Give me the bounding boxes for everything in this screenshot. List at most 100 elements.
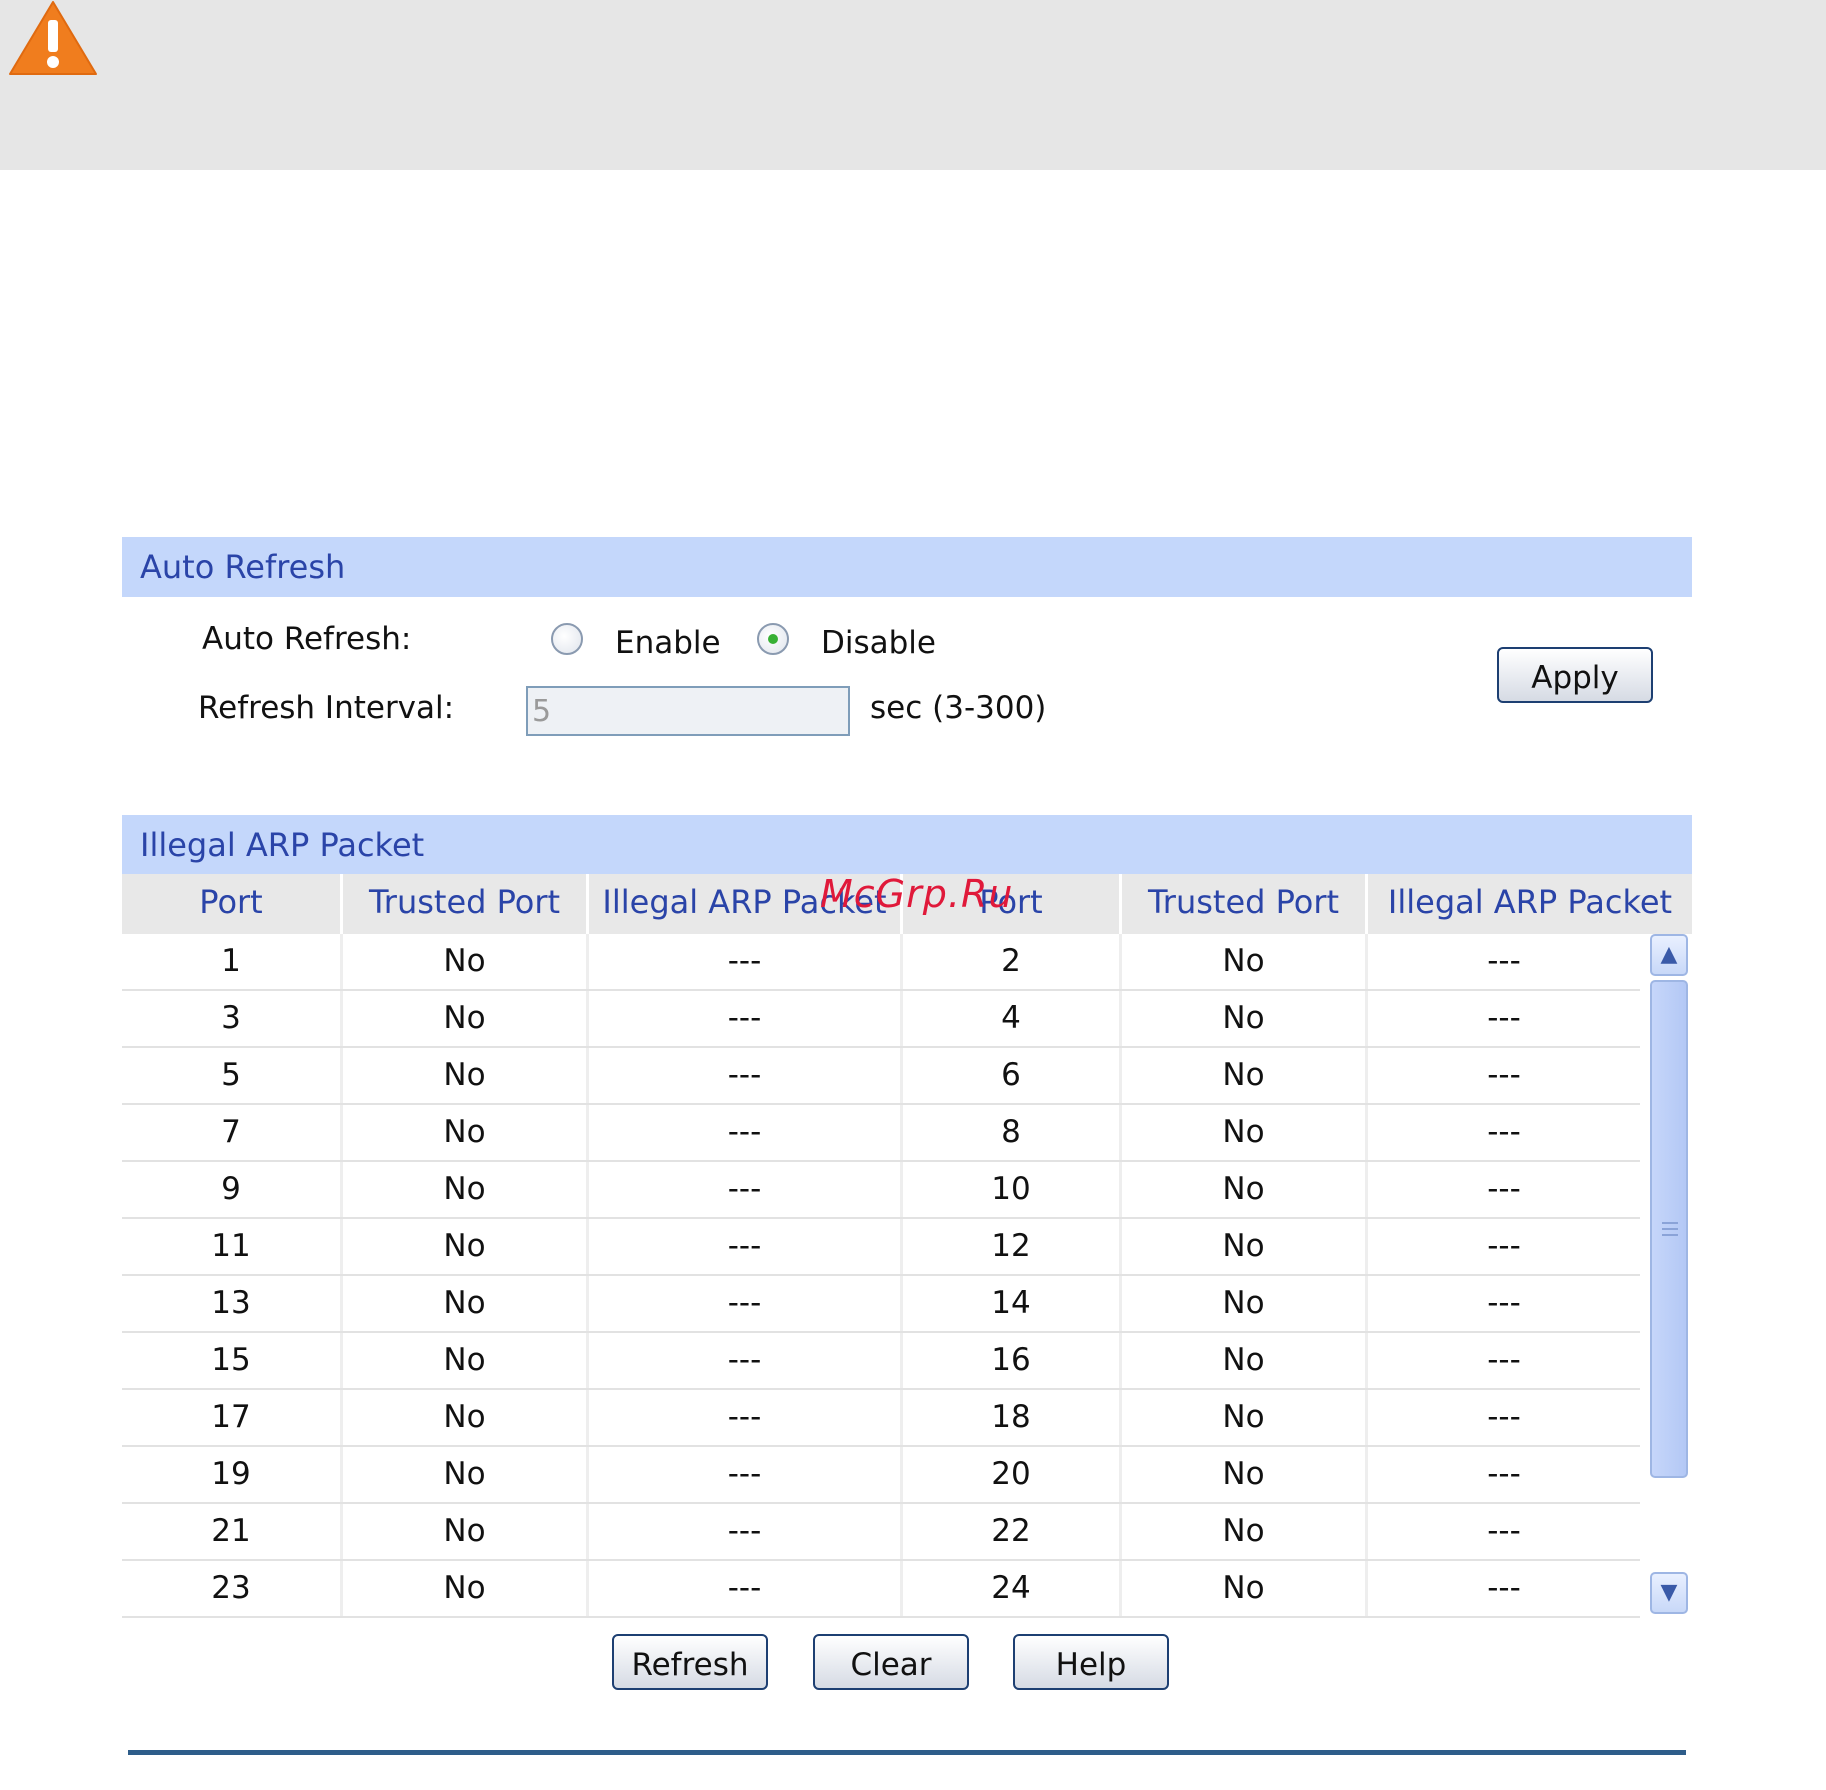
auto-refresh-label: Auto Refresh: xyxy=(202,621,412,657)
cell-port: 1 xyxy=(122,934,343,989)
refresh-button[interactable]: Refresh xyxy=(612,1634,768,1690)
table-scrollbar[interactable]: ▲ ▼ xyxy=(1644,934,1692,1614)
cell-illegal-arp-packet: --- xyxy=(589,1219,903,1274)
cell-trusted-port: No xyxy=(1122,991,1368,1046)
chevron-up-icon[interactable]: ▲ xyxy=(1650,934,1688,976)
cell-port: 19 xyxy=(122,1447,343,1502)
column-header-trusted-port: Trusted Port xyxy=(343,874,589,934)
chevron-down-icon[interactable]: ▼ xyxy=(1650,1572,1688,1614)
scroll-thumb[interactable] xyxy=(1650,980,1688,1478)
table-row: 19 No --- 20 No --- xyxy=(122,1447,1640,1504)
cell-illegal-arp-packet: --- xyxy=(589,934,903,989)
table-row: 3 No --- 4 No --- xyxy=(122,991,1640,1048)
cell-trusted-port: No xyxy=(1122,1390,1368,1445)
enable-radio[interactable] xyxy=(551,623,583,655)
cell-port: 18 xyxy=(903,1390,1122,1445)
auto-refresh-header: Auto Refresh xyxy=(122,537,1692,597)
apply-button[interactable]: Apply xyxy=(1497,647,1653,703)
cell-port: 16 xyxy=(903,1333,1122,1388)
refresh-interval-input[interactable] xyxy=(526,686,850,736)
cell-illegal-arp-packet: --- xyxy=(589,1333,903,1388)
cell-illegal-arp-packet: --- xyxy=(1487,1342,1521,1378)
cell-illegal-arp-packet: --- xyxy=(589,1048,903,1103)
cell-trusted-port: No xyxy=(343,1447,589,1502)
cell-trusted-port: No xyxy=(1122,1447,1368,1502)
cell-illegal-arp-packet: --- xyxy=(1487,1057,1521,1093)
cell-illegal-arp-packet: --- xyxy=(589,1105,903,1160)
refresh-interval-label: Refresh Interval: xyxy=(198,690,455,726)
cell-port: 2 xyxy=(903,934,1122,989)
column-header-trusted-port-2: Trusted Port xyxy=(1122,874,1368,934)
cell-port: 3 xyxy=(122,991,343,1046)
cell-trusted-port: No xyxy=(1122,1219,1368,1274)
cell-illegal-arp-packet: --- xyxy=(589,1504,903,1559)
cell-trusted-port: No xyxy=(1122,934,1368,989)
cell-port: 12 xyxy=(903,1219,1122,1274)
cell-illegal-arp-packet: --- xyxy=(1487,943,1521,979)
warning-icon xyxy=(9,1,97,75)
cell-illegal-arp-packet: --- xyxy=(589,1390,903,1445)
table-row: 5 No --- 6 No --- xyxy=(122,1048,1640,1105)
table-row: 21 No --- 22 No --- xyxy=(122,1504,1640,1561)
cell-trusted-port: No xyxy=(1122,1561,1368,1616)
cell-illegal-arp-packet: --- xyxy=(589,991,903,1046)
cell-trusted-port: No xyxy=(343,1162,589,1217)
cell-illegal-arp-packet: --- xyxy=(1487,1456,1521,1492)
cell-illegal-arp-packet: --- xyxy=(1487,1285,1521,1321)
cell-trusted-port: No xyxy=(343,934,589,989)
table-row: 11 No --- 12 No --- xyxy=(122,1219,1640,1276)
column-header-port: Port xyxy=(122,874,343,934)
table-row: 15 No --- 16 No --- xyxy=(122,1333,1640,1390)
cell-port: 17 xyxy=(122,1390,343,1445)
cell-port: 6 xyxy=(903,1048,1122,1103)
cell-port: 15 xyxy=(122,1333,343,1388)
cell-illegal-arp-packet: --- xyxy=(589,1561,903,1616)
cell-trusted-port: No xyxy=(1122,1333,1368,1388)
cell-port: 23 xyxy=(122,1561,343,1616)
cell-illegal-arp-packet: --- xyxy=(1487,1171,1521,1207)
cell-trusted-port: No xyxy=(1122,1276,1368,1331)
cell-illegal-arp-packet: --- xyxy=(1487,1399,1521,1435)
cell-illegal-arp-packet: --- xyxy=(589,1162,903,1217)
cell-illegal-arp-packet: --- xyxy=(589,1447,903,1502)
cell-illegal-arp-packet: --- xyxy=(1487,1570,1521,1606)
cell-port: 9 xyxy=(122,1162,343,1217)
cell-trusted-port: No xyxy=(343,1390,589,1445)
cell-trusted-port: No xyxy=(1122,1105,1368,1160)
cell-port: 14 xyxy=(903,1276,1122,1331)
table-row: 9 No --- 10 No --- xyxy=(122,1162,1640,1219)
clear-button[interactable]: Clear xyxy=(813,1634,969,1690)
watermark: McGrp.Ru xyxy=(820,872,1014,916)
help-button[interactable]: Help xyxy=(1013,1634,1169,1690)
cell-illegal-arp-packet: --- xyxy=(1487,1228,1521,1264)
cell-port: 10 xyxy=(903,1162,1122,1217)
cell-trusted-port: No xyxy=(343,991,589,1046)
cell-trusted-port: No xyxy=(343,1219,589,1274)
table-row: 23 No --- 24 No --- xyxy=(122,1561,1640,1618)
cell-trusted-port: No xyxy=(343,1276,589,1331)
cell-trusted-port: No xyxy=(343,1105,589,1160)
table-row: 17 No --- 18 No --- xyxy=(122,1390,1640,1447)
cell-trusted-port: No xyxy=(1122,1048,1368,1103)
cell-port: 20 xyxy=(903,1447,1122,1502)
refresh-interval-hint: sec (3-300) xyxy=(870,690,1047,726)
cell-port: 24 xyxy=(903,1561,1122,1616)
cell-port: 22 xyxy=(903,1504,1122,1559)
disable-radio[interactable] xyxy=(757,623,789,655)
cell-illegal-arp-packet: --- xyxy=(1487,1114,1521,1150)
cell-illegal-arp-packet: --- xyxy=(589,1276,903,1331)
cell-port: 5 xyxy=(122,1048,343,1103)
table-row: 7 No --- 8 No --- xyxy=(122,1105,1640,1162)
enable-label[interactable]: Enable xyxy=(615,625,721,661)
cell-trusted-port: No xyxy=(343,1504,589,1559)
cell-trusted-port: No xyxy=(343,1048,589,1103)
table-row: 1 No --- 2 No --- xyxy=(122,934,1640,991)
cell-port: 11 xyxy=(122,1219,343,1274)
disable-label[interactable]: Disable xyxy=(821,625,936,661)
bottom-divider xyxy=(128,1750,1686,1755)
cell-port: 7 xyxy=(122,1105,343,1160)
cell-port: 8 xyxy=(903,1105,1122,1160)
table-row: 13 No --- 14 No --- xyxy=(122,1276,1640,1333)
cell-trusted-port: No xyxy=(343,1333,589,1388)
cell-trusted-port: No xyxy=(1122,1504,1368,1559)
